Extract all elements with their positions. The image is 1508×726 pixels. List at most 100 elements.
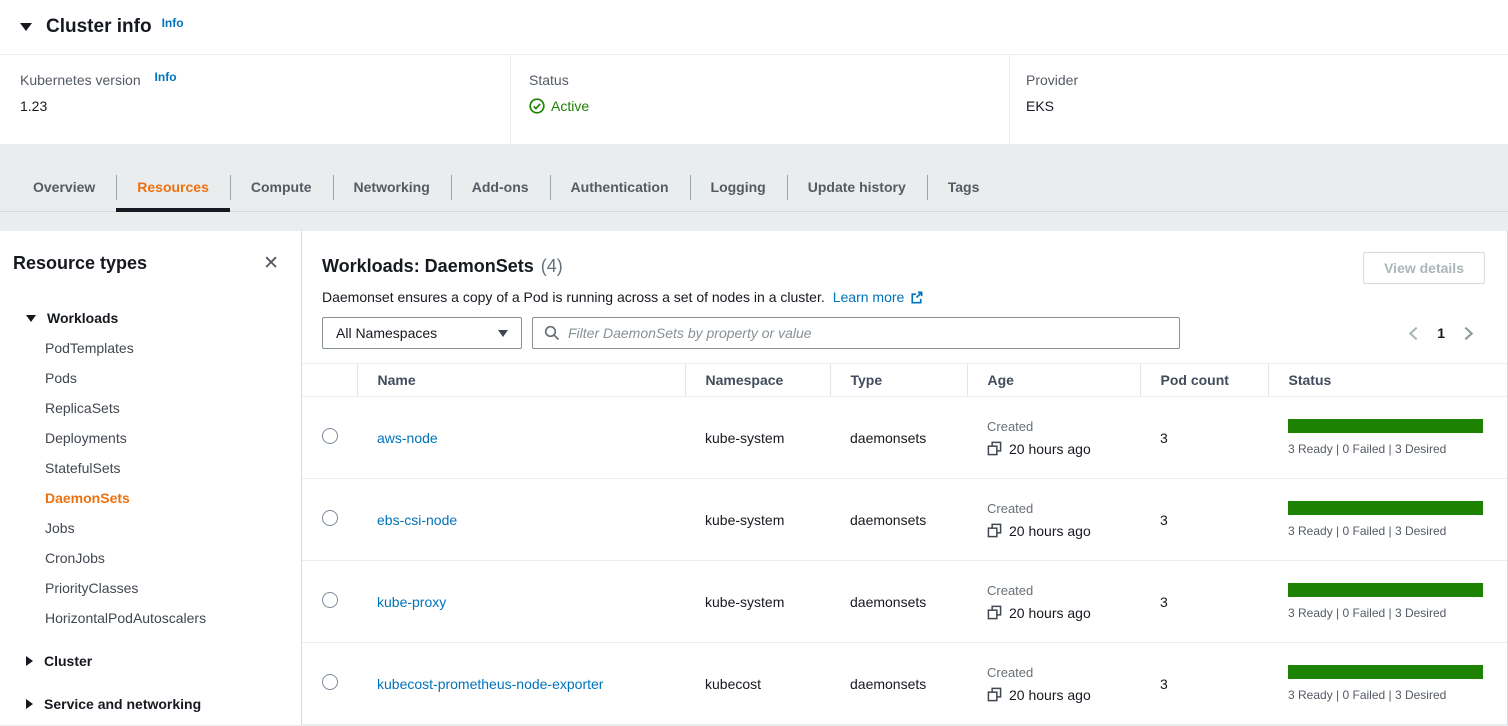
row-select-radio[interactable]	[322, 674, 338, 690]
row-select-radio[interactable]	[322, 592, 338, 608]
search-icon	[544, 325, 560, 341]
row-select-radio[interactable]	[322, 510, 338, 526]
collapse-caret-icon[interactable]	[20, 23, 32, 31]
column-header-age[interactable]: Age	[967, 364, 1140, 397]
table-row: aws-node kube-system daemonsets Created …	[302, 397, 1507, 479]
daemonset-name-link[interactable]: ebs-csi-node	[377, 512, 457, 528]
kubernetes-version-field: Kubernetes version Info 1.23	[0, 55, 510, 144]
caret-right-icon	[26, 656, 33, 666]
previous-page-button[interactable]	[1407, 326, 1420, 341]
next-page-button[interactable]	[1462, 326, 1475, 341]
cluster-info-link[interactable]: Info	[162, 16, 184, 30]
table-header-row: Name Namespace Type Age Pod count Status	[302, 364, 1507, 397]
pod-count-cell: 3	[1140, 479, 1268, 561]
tree-group-service-networking[interactable]: Service and networking	[0, 689, 301, 719]
panel-description: Daemonset ensures a copy of a Pod is run…	[322, 289, 1485, 305]
tree-item-priorityclasses[interactable]: PriorityClasses	[0, 573, 301, 603]
copy-icon[interactable]	[987, 687, 1002, 702]
chevron-down-icon	[498, 330, 508, 337]
tab-compute[interactable]: Compute	[230, 164, 333, 211]
tree-item-daemonsets[interactable]: DaemonSets	[0, 483, 301, 513]
table-row: ebs-csi-node kube-system daemonsets Crea…	[302, 479, 1507, 561]
search-box	[532, 317, 1180, 349]
status-cell: 3 Ready | 0 Failed | 3 Desired	[1268, 561, 1507, 643]
resources-content: Resource types ✕ Workloads PodTemplates …	[0, 231, 1508, 725]
column-header-name[interactable]: Name	[357, 364, 685, 397]
column-header-pod-count[interactable]: Pod count	[1140, 364, 1268, 397]
daemonsets-table: Name Namespace Type Age Pod count Status…	[302, 363, 1507, 725]
tab-overview[interactable]: Overview	[12, 164, 116, 211]
cluster-info-card: Cluster info Info Kubernetes version Inf…	[0, 0, 1508, 144]
cluster-fields: Kubernetes version Info 1.23 Status Acti…	[0, 55, 1508, 144]
status-bar	[1288, 583, 1483, 597]
status-bar	[1288, 419, 1483, 433]
namespace-cell: kubecost	[685, 643, 830, 725]
close-icon[interactable]: ✕	[263, 254, 279, 273]
tree-item-pods[interactable]: Pods	[0, 363, 301, 393]
age-cell: Created 20 hours ago	[967, 561, 1140, 643]
cluster-tabs: Overview Resources Compute Networking Ad…	[0, 164, 1508, 212]
namespace-cell: kube-system	[685, 479, 830, 561]
column-header-status[interactable]: Status	[1268, 364, 1507, 397]
cluster-info-header: Cluster info Info	[0, 0, 1508, 55]
copy-icon[interactable]	[987, 523, 1002, 538]
status-cell: 3 Ready | 0 Failed | 3 Desired	[1268, 397, 1507, 479]
tree-item-podtemplates[interactable]: PodTemplates	[0, 333, 301, 363]
sidebar-title: Resource types	[13, 253, 147, 274]
current-page[interactable]: 1	[1437, 325, 1445, 341]
tab-resources[interactable]: Resources	[116, 164, 230, 211]
learn-more-link[interactable]: Learn more	[833, 289, 925, 305]
copy-icon[interactable]	[987, 605, 1002, 620]
pod-count-cell: 3	[1140, 643, 1268, 725]
daemonsets-panel: Workloads: DaemonSets (4) Daemonset ensu…	[302, 231, 1507, 725]
tab-tags[interactable]: Tags	[927, 164, 1001, 211]
tab-add-ons[interactable]: Add-ons	[451, 164, 550, 211]
tab-networking[interactable]: Networking	[333, 164, 451, 211]
copy-icon[interactable]	[987, 441, 1002, 456]
daemonset-name-link[interactable]: kube-proxy	[377, 594, 446, 610]
check-circle-icon	[529, 98, 545, 114]
daemonset-name-link[interactable]: kubecost-prometheus-node-exporter	[377, 676, 603, 692]
status-value: Active	[529, 98, 1009, 114]
view-details-button[interactable]: View details	[1363, 252, 1485, 284]
caret-right-icon	[26, 699, 33, 709]
daemonset-count: (4)	[541, 256, 563, 277]
filter-row: All Namespaces 1	[322, 317, 1485, 349]
caret-down-icon	[26, 315, 36, 322]
tree-item-jobs[interactable]: Jobs	[0, 513, 301, 543]
kubernetes-version-value: 1.23	[20, 98, 510, 114]
type-cell: daemonsets	[830, 397, 967, 479]
pod-count-cell: 3	[1140, 397, 1268, 479]
provider-label: Provider	[1026, 72, 1508, 88]
pagination: 1	[1407, 325, 1485, 341]
namespace-select[interactable]: All Namespaces	[322, 317, 522, 349]
daemonset-name-link[interactable]: aws-node	[377, 430, 438, 446]
tree-group-workloads[interactable]: Workloads	[0, 303, 301, 333]
namespace-cell: kube-system	[685, 397, 830, 479]
tree-item-horizontalpodautoscalers[interactable]: HorizontalPodAutoscalers	[0, 603, 301, 633]
tab-authentication[interactable]: Authentication	[550, 164, 690, 211]
panel-title: Workloads: DaemonSets (4)	[322, 256, 1485, 277]
status-field: Status Active	[510, 55, 1009, 144]
chevron-right-icon	[1462, 326, 1475, 341]
sidebar-header: Resource types ✕	[0, 253, 301, 274]
row-select-radio[interactable]	[322, 428, 338, 444]
status-cell: 3 Ready | 0 Failed | 3 Desired	[1268, 643, 1507, 725]
column-header-type[interactable]: Type	[830, 364, 967, 397]
tab-update-history[interactable]: Update history	[787, 164, 927, 211]
column-header-namespace[interactable]: Namespace	[685, 364, 830, 397]
status-bar	[1288, 501, 1483, 515]
tree-item-replicasets[interactable]: ReplicaSets	[0, 393, 301, 423]
search-input[interactable]	[568, 325, 1168, 341]
tree-item-statefulsets[interactable]: StatefulSets	[0, 453, 301, 483]
tree-item-cronjobs[interactable]: CronJobs	[0, 543, 301, 573]
tree-group-cluster[interactable]: Cluster	[0, 646, 301, 676]
table-row: kube-proxy kube-system daemonsets Create…	[302, 561, 1507, 643]
tree-item-deployments[interactable]: Deployments	[0, 423, 301, 453]
provider-field: Provider EKS	[1009, 55, 1508, 144]
tab-logging[interactable]: Logging	[690, 164, 787, 211]
version-info-link[interactable]: Info	[155, 70, 177, 84]
status-label: Status	[529, 72, 1009, 88]
age-cell: Created 20 hours ago	[967, 479, 1140, 561]
chevron-left-icon	[1407, 326, 1420, 341]
